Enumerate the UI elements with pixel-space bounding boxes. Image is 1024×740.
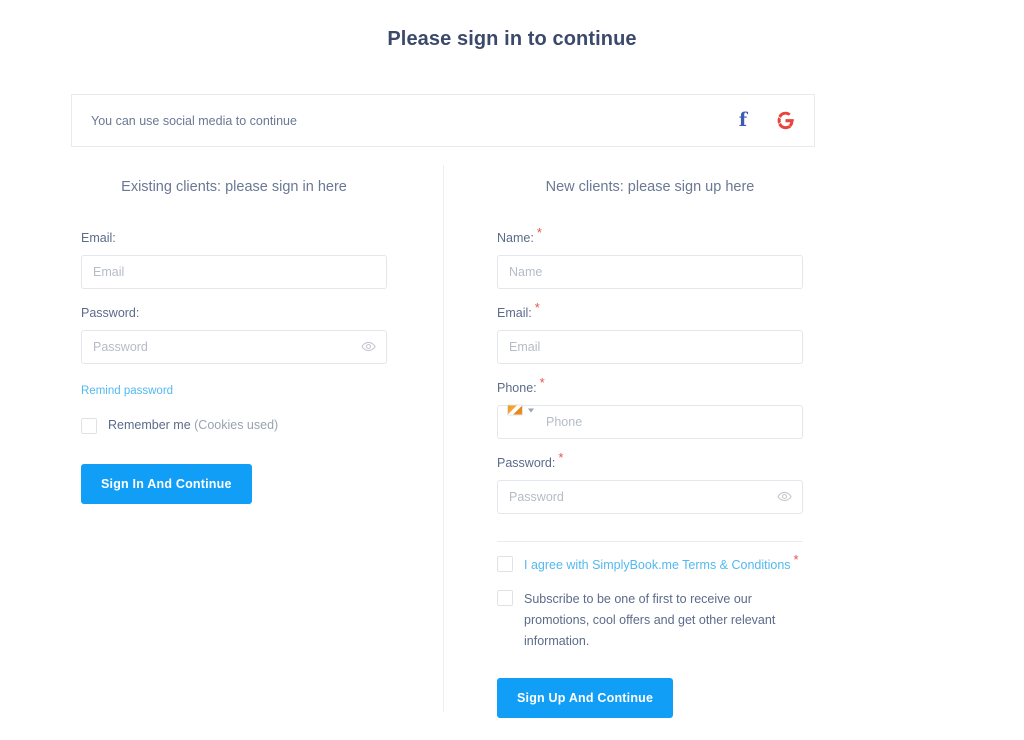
signin-email-field: Email: bbox=[81, 231, 387, 289]
country-selector[interactable] bbox=[507, 404, 534, 416]
signin-password-input[interactable] bbox=[81, 330, 387, 364]
signup-phone-label-text: Phone: bbox=[497, 381, 537, 395]
social-media-label: You can use social media to continue bbox=[91, 113, 297, 128]
signup-password-label-text: Password: bbox=[497, 456, 556, 470]
required-asterisk: * bbox=[534, 299, 540, 315]
cookies-note: (Cookies used) bbox=[194, 418, 279, 432]
page-title: Please sign in to continue bbox=[387, 28, 637, 50]
signin-email-label: Email: bbox=[81, 231, 116, 245]
remind-password-link[interactable]: Remind password bbox=[81, 385, 173, 397]
remember-me-row: Remember me (Cookies used) bbox=[81, 417, 387, 434]
social-media-bar: You can use social media to continue f bbox=[71, 94, 815, 147]
subscribe-checkbox[interactable] bbox=[497, 590, 513, 606]
signup-password-field: Password: * bbox=[497, 451, 803, 514]
show-password-icon[interactable] bbox=[361, 339, 376, 354]
signin-column: Existing clients: please sign in here Em… bbox=[81, 165, 387, 504]
signup-password-input[interactable] bbox=[497, 480, 803, 514]
facebook-icon[interactable]: f bbox=[732, 110, 754, 132]
terms-label: I agree with SimplyBook.me Terms & Condi… bbox=[524, 551, 799, 576]
subscribe-label: Subscribe to be one of first to receive … bbox=[524, 592, 776, 648]
signup-name-field: Name: * bbox=[497, 226, 803, 289]
signup-phone-input[interactable] bbox=[497, 405, 803, 439]
signup-password-label: Password: * bbox=[497, 451, 803, 470]
signup-heading: New clients: please sign up here bbox=[545, 179, 755, 195]
facebook-glyph: f bbox=[738, 109, 748, 131]
signin-heading: Existing clients: please sign in here bbox=[121, 179, 347, 195]
subscribe-row: Subscribe to be one of first to receive … bbox=[497, 589, 803, 652]
sign-up-button[interactable]: Sign Up And Continue bbox=[497, 678, 674, 718]
signin-password-label: Password: bbox=[81, 306, 140, 320]
required-asterisk: * bbox=[558, 449, 564, 465]
signup-column: New clients: please sign up here Name: * … bbox=[497, 165, 803, 718]
chevron-down-icon bbox=[528, 408, 534, 412]
terms-checkbox[interactable] bbox=[497, 556, 513, 572]
sign-in-button[interactable]: Sign In And Continue bbox=[81, 464, 252, 504]
show-password-icon[interactable] bbox=[777, 489, 792, 504]
terms-row: I agree with SimplyBook.me Terms & Condi… bbox=[497, 551, 803, 576]
required-asterisk: * bbox=[539, 374, 545, 390]
signup-name-label: Name: * bbox=[497, 226, 803, 245]
signup-phone-field: Phone: * bbox=[497, 376, 803, 439]
signup-email-label: Email: * bbox=[497, 301, 803, 320]
signup-email-label-text: Email: bbox=[497, 306, 532, 320]
terms-link[interactable]: I agree with SimplyBook.me Terms & Condi… bbox=[524, 558, 791, 572]
signup-phone-label: Phone: * bbox=[497, 376, 803, 395]
google-icon[interactable] bbox=[774, 110, 796, 132]
social-icons-group: f bbox=[732, 110, 796, 132]
remember-me-checkbox[interactable] bbox=[81, 418, 97, 434]
remember-me-text: Remember me bbox=[108, 418, 195, 432]
remember-me-label: Remember me (Cookies used) bbox=[108, 417, 278, 433]
signin-password-field: Password: bbox=[81, 306, 387, 364]
required-asterisk: * bbox=[536, 224, 542, 240]
section-divider bbox=[497, 541, 803, 542]
required-asterisk: * bbox=[793, 551, 799, 567]
consent-block: I agree with SimplyBook.me Terms & Condi… bbox=[497, 551, 803, 652]
column-divider bbox=[443, 165, 444, 712]
signup-email-input[interactable] bbox=[497, 330, 803, 364]
signup-email-field: Email: * bbox=[497, 301, 803, 364]
signin-email-input[interactable] bbox=[81, 255, 387, 289]
signup-name-label-text: Name: bbox=[497, 231, 534, 245]
signup-name-input[interactable] bbox=[497, 255, 803, 289]
country-flag-icon bbox=[507, 404, 523, 416]
